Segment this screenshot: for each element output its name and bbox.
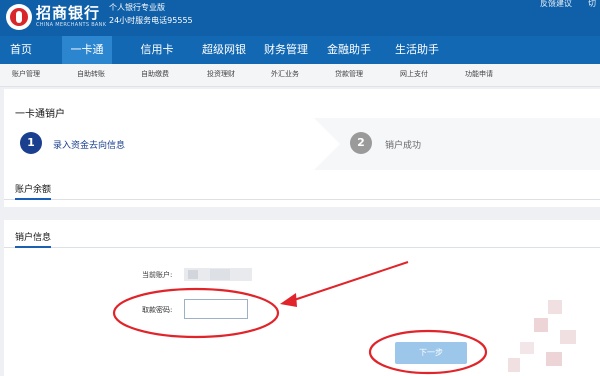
sub-nav: 账户管理 自助转账 自助缴费 投资理财 外汇业务 贷款管理 网上支付 功能申请 bbox=[0, 64, 600, 87]
password-input[interactable] bbox=[184, 299, 248, 319]
close-section-header: 销户信息 bbox=[4, 226, 600, 248]
nav-item-home[interactable]: 首页 bbox=[0, 36, 42, 64]
subnav-online-pay[interactable]: 网上支付 bbox=[400, 69, 428, 79]
subnav-payment[interactable]: 自助缴费 bbox=[141, 69, 169, 79]
bank-logo-icon bbox=[6, 4, 32, 30]
brand-name-en: CHINA MERCHANTS BANK bbox=[36, 22, 107, 28]
step-1-number: 1 bbox=[20, 132, 42, 154]
top-header: 招商银行 CHINA MERCHANTS BANK 个人银行专业版 24小时服务… bbox=[0, 0, 600, 36]
subnav-forex[interactable]: 外汇业务 bbox=[271, 69, 299, 79]
step-arrow bbox=[314, 118, 340, 170]
mosaic-blur bbox=[548, 300, 562, 314]
password-label: 取款密码: bbox=[142, 306, 173, 314]
subnav-transfer[interactable]: 自助转账 bbox=[77, 69, 105, 79]
subnav-loan[interactable]: 贷款管理 bbox=[335, 69, 363, 79]
step-1-label: 录入资金去向信息 bbox=[53, 141, 126, 151]
feedback-link[interactable]: 反馈建议 bbox=[540, 0, 572, 9]
subnav-account-mgmt[interactable]: 账户管理 bbox=[12, 69, 40, 79]
service-hotline: 24小时服务电话95555 bbox=[109, 16, 193, 25]
step-2-label: 销户成功 bbox=[385, 141, 422, 151]
nav-item-credit-card[interactable]: 信用卡 bbox=[130, 36, 184, 64]
switch-link[interactable]: 切 bbox=[588, 0, 596, 9]
balance-section-title: 账户余额 bbox=[15, 182, 52, 200]
main-nav: 首页 一卡通 信用卡 超级网银 财务管理 金融助手 生活助手 bbox=[0, 36, 600, 64]
balance-section-header: 账户余额 bbox=[4, 178, 600, 200]
brand-name: 招商银行 bbox=[36, 4, 101, 22]
nav-item-card[interactable]: 一卡通 bbox=[62, 36, 112, 64]
header-tagline: 个人银行专业版 bbox=[109, 3, 165, 12]
nav-item-assistant[interactable]: 金融助手 bbox=[318, 36, 380, 64]
step-2-number: 2 bbox=[350, 132, 372, 154]
next-button[interactable]: 下一步 bbox=[395, 342, 467, 364]
subnav-investment[interactable]: 投资理财 bbox=[207, 69, 235, 79]
nav-item-finance[interactable]: 财务管理 bbox=[256, 36, 316, 64]
subnav-apply[interactable]: 功能申请 bbox=[465, 69, 493, 79]
step-indicator: 1 录入资金去向信息 2 销户成功 bbox=[4, 118, 600, 170]
account-label: 当前账户: bbox=[142, 271, 173, 279]
nav-item-life[interactable]: 生活助手 bbox=[386, 36, 448, 64]
close-section-title: 销户信息 bbox=[15, 230, 52, 248]
account-number-masked bbox=[184, 268, 252, 281]
nav-item-super-ebank[interactable]: 超级网银 bbox=[194, 36, 254, 64]
section-divider bbox=[4, 207, 600, 220]
